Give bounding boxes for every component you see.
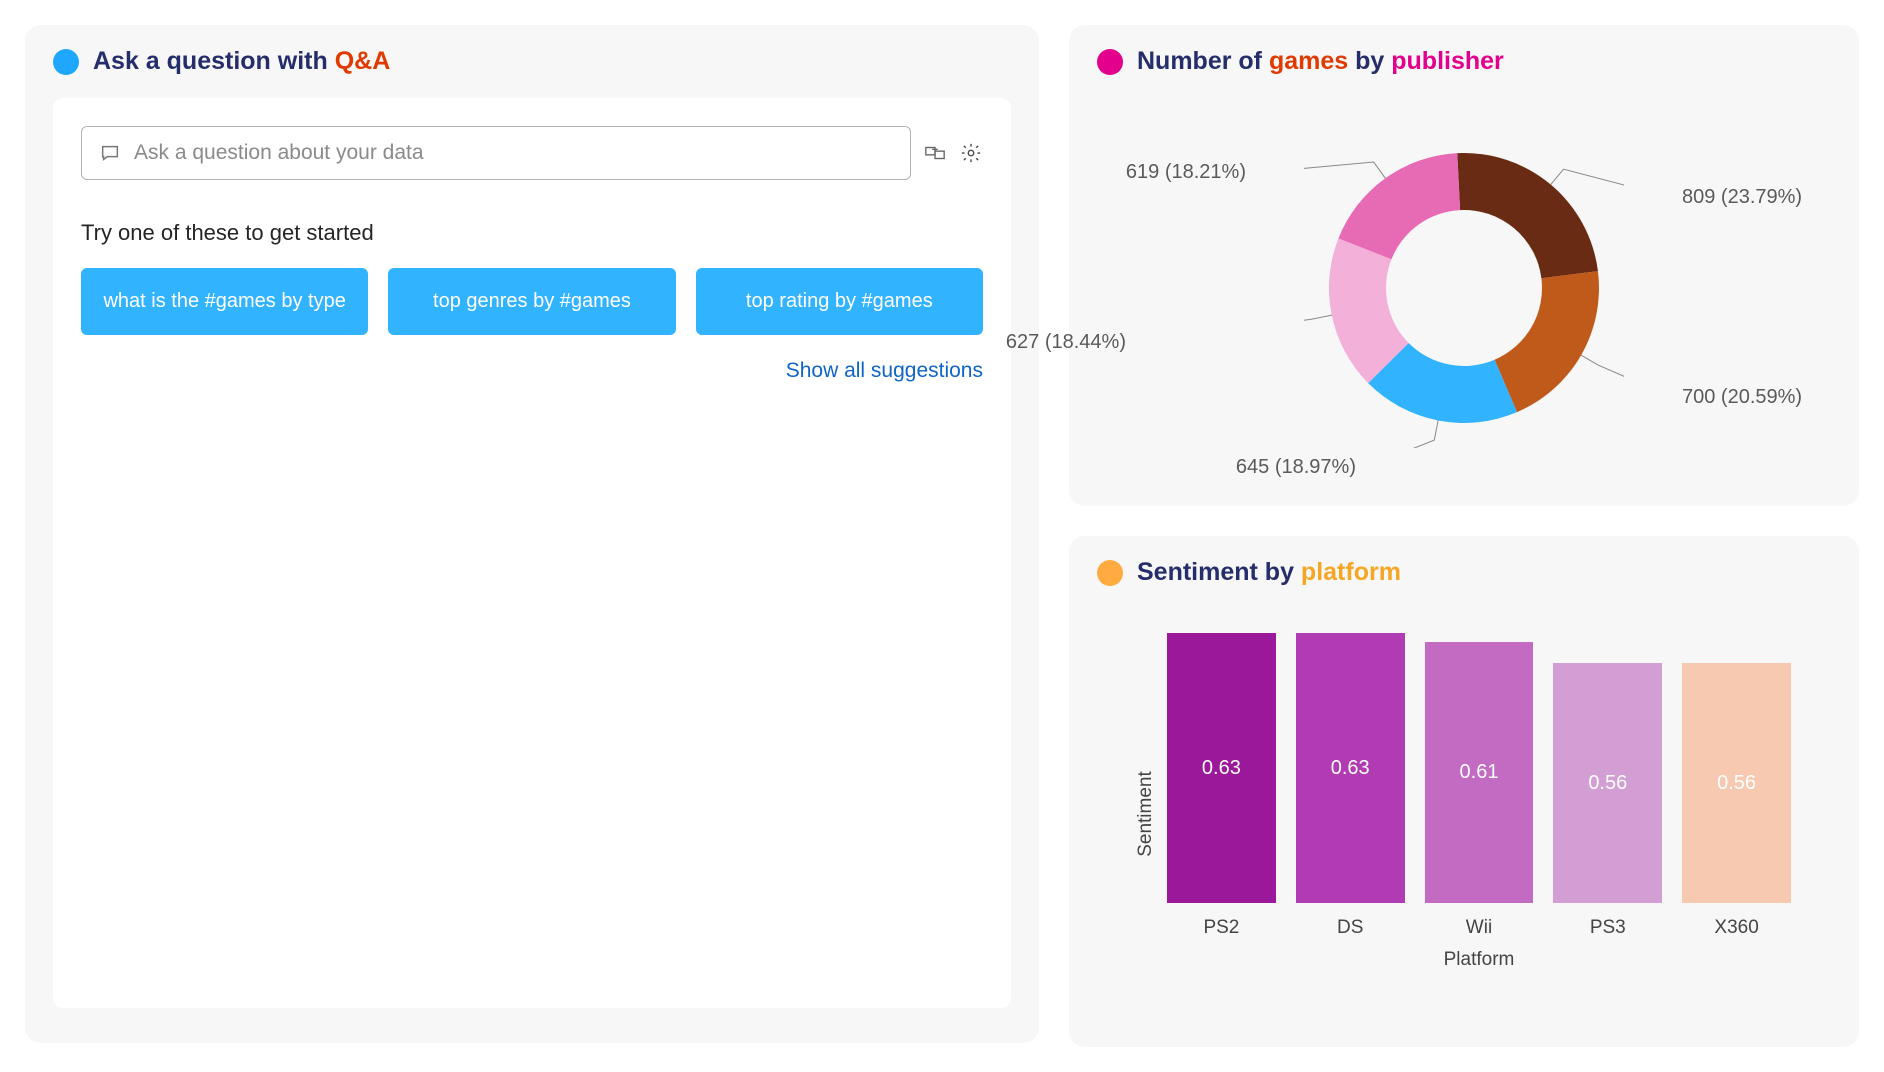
suggestion-chip-2[interactable]: top rating by #games — [696, 268, 983, 335]
bar-category-label: PS2 — [1203, 917, 1239, 939]
qna-card: Ask a question with Q&A Try one of these — [25, 25, 1039, 1043]
bar-category-label: DS — [1337, 917, 1363, 939]
bar-title: Sentiment by platform — [1097, 558, 1831, 587]
bar[interactable]: 0.56 — [1553, 663, 1662, 903]
qna-input-row — [81, 126, 983, 180]
suggestion-chip-1[interactable]: top genres by #games — [388, 268, 675, 335]
donut-title-seg4: publisher — [1391, 47, 1504, 75]
qna-input-container[interactable] — [81, 126, 911, 180]
dot-icon — [53, 49, 79, 75]
bar[interactable]: 0.56 — [1682, 663, 1791, 903]
dot-icon — [1097, 49, 1123, 75]
donut-label: 627 (18.44%) — [1006, 331, 1126, 354]
donut-title-seg3: by — [1348, 47, 1391, 75]
convert-icon[interactable] — [923, 141, 947, 165]
bar-category-label: X360 — [1714, 917, 1758, 939]
dot-icon — [1097, 560, 1123, 586]
try-label: Try one of these to get started — [81, 220, 983, 246]
show-all-link[interactable]: Show all suggestions — [81, 359, 983, 383]
donut-label: 645 (18.97%) — [1236, 456, 1356, 479]
donut-title: Number of games by publisher — [1097, 47, 1831, 76]
bar-category-label: PS3 — [1590, 917, 1626, 939]
bar-title-seg2: platform — [1301, 558, 1401, 586]
bar-title-seg1: Sentiment by — [1137, 558, 1301, 586]
chat-icon — [98, 141, 122, 165]
qna-input[interactable] — [134, 141, 894, 165]
donut-slice[interactable] — [1457, 153, 1598, 278]
bar-col: 0.56 PS3 — [1553, 663, 1662, 939]
qna-title-seg1: Ask a question with — [93, 47, 335, 75]
donut-label: 619 (18.21%) — [1126, 161, 1246, 184]
qna-body: Try one of these to get started what is … — [53, 98, 1011, 1008]
donut-title-seg1: Number of — [1137, 47, 1269, 75]
bar[interactable]: 0.63 — [1167, 633, 1276, 903]
bar-col: 0.56 X360 — [1682, 663, 1791, 939]
bar-ylabel: Sentiment — [1135, 771, 1157, 857]
donut-chart: 809 (23.79%)700 (20.59%)645 (18.97%)627 … — [1097, 98, 1831, 478]
qna-title: Ask a question with Q&A — [53, 47, 1011, 76]
bars-area: 0.63PS20.63DS0.61Wii0.56PS30.56X360 — [1157, 639, 1801, 939]
donut-label: 700 (20.59%) — [1682, 386, 1802, 409]
bar-xlabel: Platform — [1157, 949, 1801, 971]
qna-title-seg2: Q&A — [335, 47, 391, 75]
publisher-donut-card: Number of games by publisher 809 (23.79%… — [1069, 25, 1859, 506]
bar[interactable]: 0.63 — [1296, 633, 1405, 903]
donut-label: 809 (23.79%) — [1682, 186, 1802, 209]
suggestion-chip-0[interactable]: what is the #games by type — [81, 268, 368, 335]
donut-slice[interactable] — [1495, 271, 1599, 412]
bar-chart: Sentiment 0.63PS20.63DS0.61Wii0.56PS30.5… — [1097, 609, 1831, 1019]
donut-slice[interactable] — [1338, 153, 1460, 259]
gear-icon[interactable] — [959, 141, 983, 165]
bar[interactable]: 0.61 — [1425, 642, 1534, 903]
bar-category-label: Wii — [1466, 917, 1492, 939]
bar-col: 0.61 Wii — [1425, 642, 1534, 939]
donut-title-seg2: games — [1269, 47, 1348, 75]
bar-col: 0.63 DS — [1296, 633, 1405, 939]
suggestions-row: what is the #games by type top genres by… — [81, 268, 983, 335]
donut-svg — [1304, 128, 1624, 448]
sentiment-bar-card: Sentiment by platform Sentiment 0.63PS20… — [1069, 536, 1859, 1047]
bar-col: 0.63 PS2 — [1167, 633, 1276, 939]
